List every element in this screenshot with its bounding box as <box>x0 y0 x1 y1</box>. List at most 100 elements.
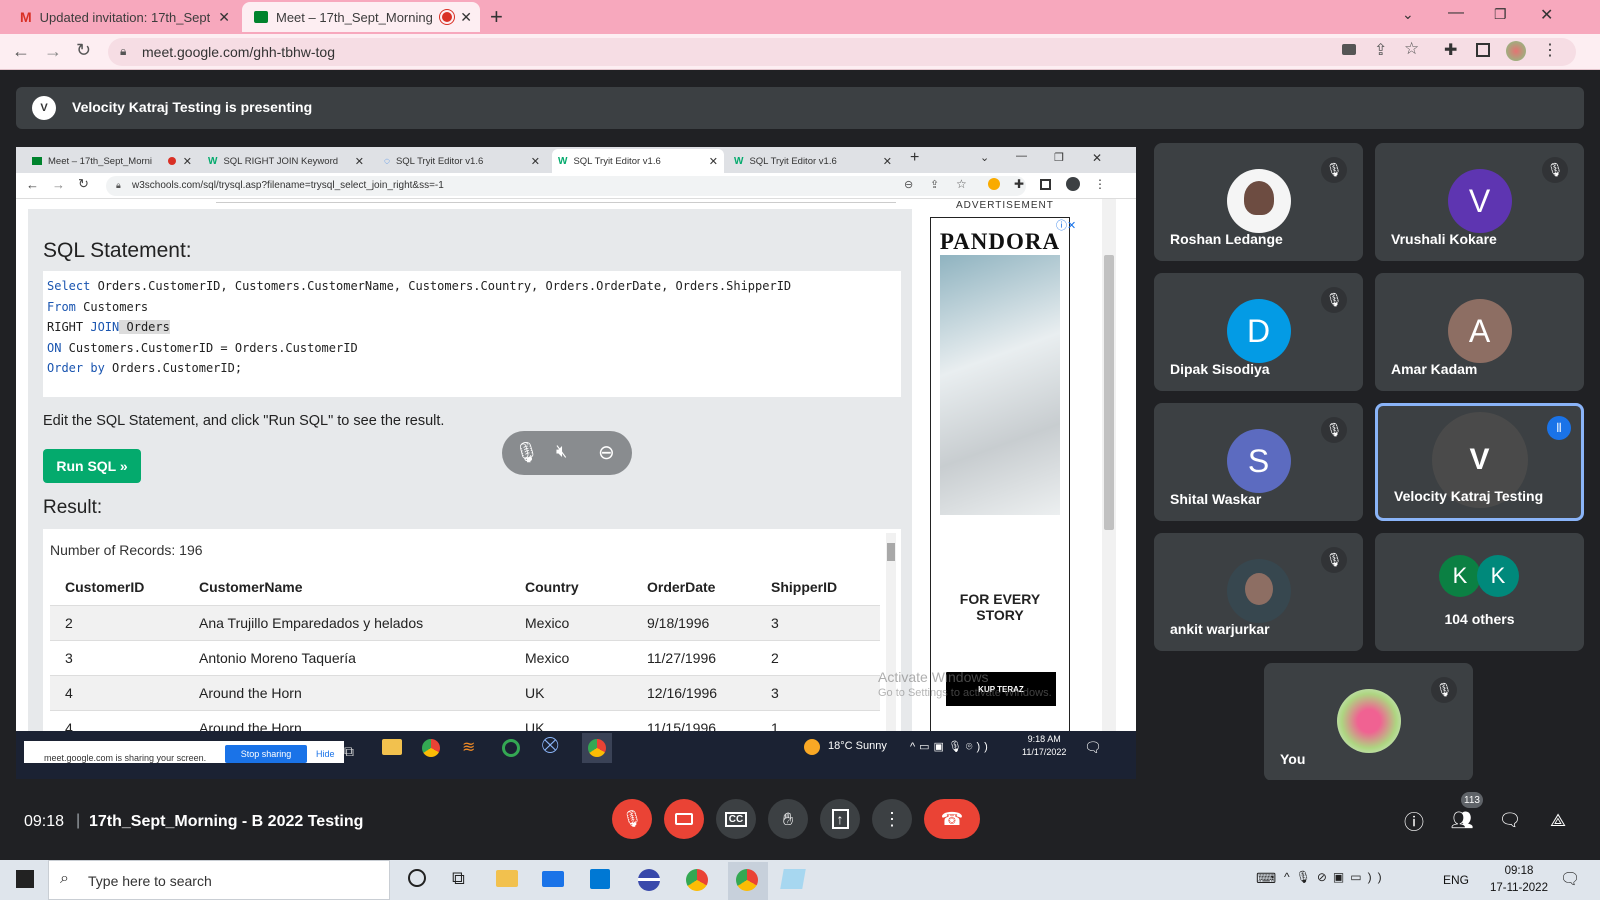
restore-icon[interactable]: ❐ <box>1494 6 1507 23</box>
separator: | <box>76 812 81 829</box>
camera-icon[interactable] <box>1342 44 1356 55</box>
tile-vrushali-kokare[interactable]: V 🎙︎ Vrushali Kokare <box>1375 143 1584 261</box>
sql-editor[interactable]: Select Orders.CustomerID, Customers.Cust… <box>43 271 901 397</box>
new-tab-icon[interactable]: + <box>490 4 503 30</box>
window-close-icon[interactable]: ✕ <box>1540 5 1553 25</box>
system-clock[interactable]: 09:18 17-11-2022 <box>1490 863 1548 897</box>
minimize-icon[interactable]: — <box>1448 4 1464 22</box>
system-tray-icons[interactable]: ^🎙︎⊘▣▭)) <box>1284 870 1388 884</box>
selected-text: Orders <box>119 320 170 334</box>
store-icon[interactable] <box>590 869 610 889</box>
ad-label: ADVERTISEMENT <box>956 200 1054 211</box>
bookmark-star-icon: ☆ <box>956 177 967 191</box>
clock-time: 9:18 AM <box>1027 734 1061 744</box>
run-sql-button[interactable]: Run SQL » <box>43 449 141 483</box>
participant-name: Velocity Katraj Testing <box>1394 488 1544 504</box>
close-icon[interactable]: ✕ <box>218 9 230 26</box>
more-options-button[interactable]: ⋮ <box>872 799 912 839</box>
code-line: Order by Orders.CustomerID; <box>47 361 897 382</box>
loading-icon: ◌ <box>384 155 390 167</box>
present-button[interactable]: ↑ <box>820 799 860 839</box>
captions-button[interactable]: CC <box>716 799 756 839</box>
tile-velocity-katraj-testing[interactable]: V ⦀ Velocity Katraj Testing <box>1375 403 1584 521</box>
chevron-down-icon[interactable]: ⌄ <box>1402 6 1414 23</box>
hide-link: Hide <box>316 749 335 759</box>
recording-icon <box>442 12 452 22</box>
close-icon: ✕ <box>882 155 892 168</box>
notifications-icon[interactable]: 🗨︎ <box>1560 869 1580 889</box>
participant-name: Shital Waskar <box>1170 491 1262 507</box>
w3schools-icon: W <box>208 155 218 167</box>
people-icon[interactable]: 👥︎ <box>1450 808 1474 832</box>
speaker-off-icon[interactable]: 🔇︎ <box>556 441 567 462</box>
reload-icon[interactable]: ↻ <box>76 40 91 61</box>
notifications-icon: 🗨︎ <box>1084 739 1102 755</box>
tile-dipak-sisodiya[interactable]: D 🎙︎ Dipak Sisodiya <box>1154 273 1363 391</box>
tab-gmail[interactable]: M Updated invitation: 17th_Sept_M ✕ <box>8 2 238 32</box>
windows-start-icon[interactable] <box>16 870 34 888</box>
shared-tab-tryit-3: W SQL Tryit Editor v1.6 ✕ <box>728 149 898 173</box>
chrome-icon[interactable] <box>686 869 708 891</box>
file-explorer-icon[interactable] <box>496 870 518 887</box>
divider <box>216 202 896 203</box>
presenting-text: Velocity Katraj Testing is presenting <box>72 99 313 115</box>
tab-meet[interactable]: Meet – 17th_Sept_Morning - ✕ <box>242 2 480 32</box>
share-icon[interactable]: ⇪ <box>1374 40 1387 60</box>
avatar <box>1226 559 1291 623</box>
present-icon: ↑ <box>831 809 849 829</box>
sql-keyword: Order by <box>47 361 105 375</box>
tile-amar-kadam[interactable]: A Amar Kadam <box>1375 273 1584 391</box>
menu-icon[interactable]: ⋮ <box>1542 40 1558 60</box>
extensions-icon[interactable]: ✚ <box>1444 40 1457 60</box>
code-text: RIGHT <box>47 320 91 334</box>
side-panel-icon[interactable] <box>1476 43 1490 57</box>
leave-call-button[interactable]: ☎︎ <box>924 799 980 839</box>
camera-toggle-button[interactable] <box>664 799 704 839</box>
mail-icon[interactable] <box>542 871 564 887</box>
sql-keyword: Select <box>47 279 91 293</box>
chat-icon[interactable]: 🗨︎ <box>1498 808 1522 832</box>
tile-roshan-ledange[interactable]: 🎙︎ Roshan Ledange <box>1154 143 1363 261</box>
microphone-toggle-button[interactable]: 🎙︎ <box>612 799 652 839</box>
code-text: Orders.CustomerID; <box>104 361 243 375</box>
app-icon[interactable] <box>638 869 660 891</box>
raise-hand-button[interactable]: ✋︎ <box>768 799 808 839</box>
lock-icon: 🔒︎ <box>116 180 121 190</box>
result-scroll-thumb[interactable] <box>887 543 895 561</box>
bookmark-star-icon[interactable]: ☆ <box>1404 39 1419 59</box>
tile-ankit-warjurkar[interactable]: 🎙︎ ankit warjurkar <box>1154 533 1363 651</box>
profile-avatar[interactable] <box>1506 41 1526 61</box>
back-icon[interactable]: ← <box>12 41 30 62</box>
app-icon[interactable] <box>780 869 806 889</box>
app-icon: ⛒ <box>542 737 559 754</box>
mic-off-icon[interactable]: 🎙︎ <box>514 440 539 465</box>
table-cell: Around the Horn <box>184 675 510 711</box>
tile-others[interactable]: K K 104 others <box>1375 533 1584 651</box>
activities-icon[interactable]: ⟁ <box>1546 808 1570 832</box>
chrome-active-icon[interactable] <box>736 869 758 891</box>
tile-you[interactable]: 🎙︎ You <box>1264 663 1473 781</box>
keyboard-icon[interactable]: ⌨︎ <box>1256 870 1276 887</box>
forward-icon[interactable]: → <box>44 41 62 62</box>
restore-icon: ❐ <box>1054 152 1064 164</box>
info-icon[interactable]: ⓘ <box>1402 808 1426 834</box>
sharing-notice-text: meet.google.com is sharing your screen. <box>44 753 207 763</box>
tile-shital-waskar[interactable]: S 🎙︎ Shital Waskar <box>1154 403 1363 521</box>
mic-off-icon: 🎙︎ <box>1431 677 1457 703</box>
cortana-icon[interactable] <box>408 869 426 887</box>
close-icon[interactable]: ✕ <box>460 9 472 26</box>
results-table: CustomerID CustomerName Country OrderDat… <box>50 569 880 746</box>
avatar: S <box>1226 429 1291 493</box>
remove-icon[interactable]: ⊖ <box>598 440 615 465</box>
extension-icon <box>988 178 1000 190</box>
table-cell: 2 <box>756 640 880 676</box>
code-line: RIGHT JOIN Orders <box>47 320 897 341</box>
task-view-icon[interactable]: ⧉ <box>452 868 465 889</box>
close-icon: ✕ <box>354 155 364 168</box>
language-indicator[interactable]: ENG <box>1443 873 1469 887</box>
lock-icon: 🔒︎ <box>120 44 127 58</box>
forward-icon: → <box>52 177 65 192</box>
result-heading: Result: <box>43 497 103 518</box>
page-scroll-thumb[interactable] <box>1104 255 1114 530</box>
mic-off-icon: 🎙︎ <box>1321 287 1347 313</box>
